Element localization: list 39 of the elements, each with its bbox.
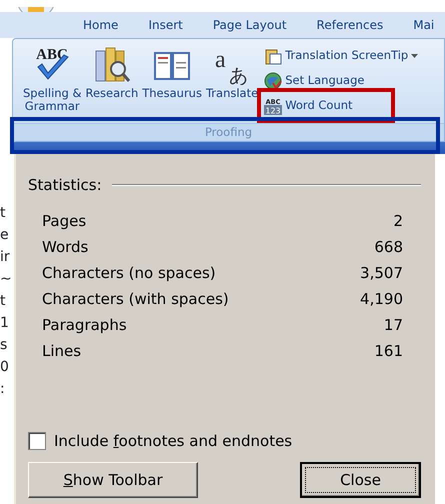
document-text: : — [0, 380, 6, 399]
stat-label: Characters (with spaces) — [42, 289, 229, 310]
ribbon-tab[interactable]: Insert — [133, 15, 198, 35]
dropdown-arrow-icon — [411, 54, 418, 58]
stat-value: 4,190 — [360, 289, 403, 310]
ribbon-button[interactable]: Translation ScreenTip — [264, 45, 418, 67]
stat-value: 3,507 — [360, 263, 403, 284]
stat-value: 2 — [393, 211, 403, 232]
ribbon-tab[interactable]: Mai — [398, 15, 445, 35]
ribbon-tab[interactable]: Page Layout — [198, 15, 302, 35]
dialog-button[interactable]: Close — [300, 462, 421, 498]
stat-value: 17 — [384, 315, 403, 336]
ribbon-button[interactable]: Thesaurus — [140, 45, 204, 123]
group-title: Proofing — [13, 123, 444, 141]
document-text: t — [0, 292, 6, 311]
stat-label: Words — [42, 237, 88, 258]
ribbon-tab[interactable]: References — [302, 15, 398, 35]
document-text: e — [0, 226, 10, 245]
checkbox[interactable] — [28, 432, 46, 450]
globe-icon — [264, 72, 282, 90]
stat-label: Paragraphs — [42, 315, 127, 336]
dialog-button[interactable]: Show Toolbar — [28, 462, 198, 498]
stat-label: Pages — [42, 211, 86, 232]
checkbox-label[interactable]: Include footnotes and endnotes — [54, 430, 292, 452]
document-text: s — [0, 336, 8, 355]
stat-label: Lines — [42, 341, 82, 362]
document-text: 1 — [0, 314, 10, 333]
document-text: t — [0, 204, 6, 223]
stat-label: Characters (no spaces) — [42, 263, 216, 284]
ribbon-button[interactable]: Research — [83, 45, 140, 123]
ribbon-tab[interactable]: Home — [68, 15, 134, 35]
stat-value: 668 — [374, 237, 403, 258]
document-text: ~ — [0, 270, 13, 289]
ribbon-button[interactable]: Set Language — [264, 70, 418, 92]
section-heading: Statistics: — [28, 175, 102, 196]
stat-value: 161 — [374, 341, 403, 362]
clipboard-icon — [264, 47, 282, 65]
document-text: ir — [0, 248, 11, 267]
document-text: 0 — [0, 358, 10, 377]
